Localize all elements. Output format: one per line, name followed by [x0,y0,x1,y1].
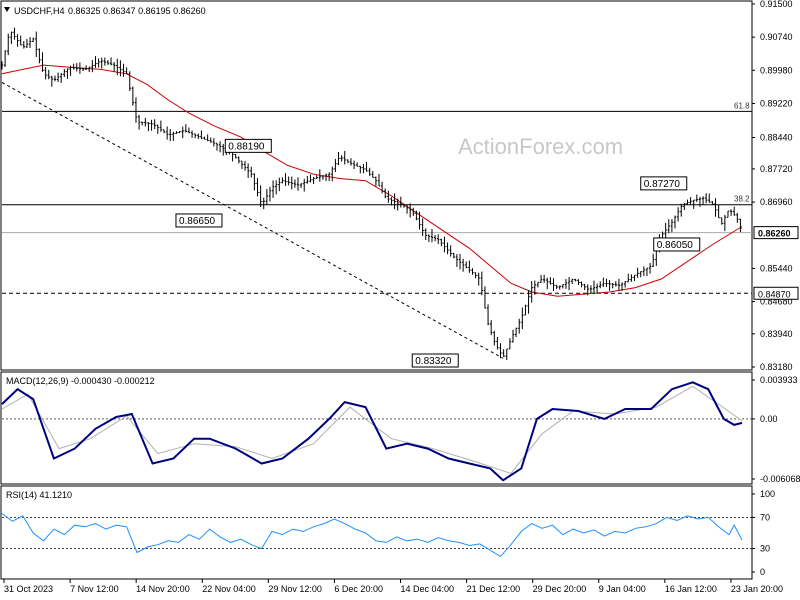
rsi-tick-label: 0 [760,567,765,577]
time-tick-label: 22 Nov 04:00 [202,584,256,594]
time-tick-label: 21 Dec 12:00 [467,584,521,594]
price-tick-label: 0.90740 [760,32,793,42]
time-tick-label: 16 Jan 12:00 [665,584,717,594]
rsi-tick-label: 30 [760,544,770,554]
time-tick-label: 14 Dec 04:00 [401,584,455,594]
header: USDCHF,H4 0.86325 0.86347 0.86195 0.8626… [4,6,206,16]
time-tick-label: 31 Oct 2023 [4,584,53,594]
price-tick-label: 0.89980 [760,65,793,75]
macd-tick-label: 0.00 [760,414,778,424]
rsi-pane-frame [0,485,753,580]
fibonacci-label: 38.2 [734,195,750,204]
rsi-title: RSI(14) 41.1210 [6,490,72,500]
price-label: 0.87270 [644,179,681,190]
rsi-tick-label: 70 [760,512,770,522]
macd-pane: 0.003933 0.00 -0.006068 MACD(12,26,9) -0.0… [0,371,800,485]
time-tick-label: 23 Jan 20:00 [731,584,783,594]
price-tick-label: 0.88440 [760,133,793,143]
price-tick-label: 0.83940 [760,329,793,339]
price-axis: 0.91500 0.90740 0.89980 0.89220 0.88440 0.877… [752,0,793,372]
rsi-tick-label: 100 [760,489,775,499]
current-price-label: 0.86260 [758,229,791,239]
time-tick-label: 29 Nov 12:00 [268,584,322,594]
price-pane: 0.91500 0.90740 0.89980 0.89220 0.88440 0.877… [0,0,799,372]
price-label: 0.86050 [657,240,694,251]
price-tick-label: 0.85440 [760,263,793,273]
time-axis: 31 Oct 2023 7 Nov 12:00 14 Nov 20:00 22 Nov… [3,579,783,594]
price-tick-label: 0.86960 [760,197,793,207]
support-price-label: 0.84870 [758,289,791,299]
price-tick-label: 0.87720 [760,164,793,174]
rsi-pane: 100 70 30 0 RSI(14) 41.1210 [0,485,775,580]
price-tick-label: 0.91500 [760,0,793,9]
time-tick-label: 6 Dec 20:00 [334,584,383,594]
macd-tick-label: 0.003933 [760,375,798,385]
ohlc-label: 0.86325 0.86347 0.86195 0.86260 [68,6,206,16]
usdchf-chart: 0.91500 0.90740 0.89980 0.89220 0.88440 0.877… [0,0,800,594]
time-tick-label: 29 Dec 20:00 [533,584,587,594]
time-tick-label: 9 Jan 04:00 [599,584,646,594]
time-tick-label: 14 Nov 20:00 [136,584,190,594]
price-tick-label: 0.89220 [760,98,793,108]
macd-tick-label: -0.006068 [760,474,800,484]
price-pane-frame [0,0,753,371]
macd-title: MACD(12,26,9) -0.000430 -0.000212 [6,376,155,386]
price-tick-label: 0.83180 [760,362,793,372]
price-label: 0.86650 [179,216,216,227]
price-label: 0.88190 [228,141,265,152]
symbol-label: USDCHF,H4 [14,6,65,16]
price-label: 0.83320 [415,356,452,367]
fibonacci-label: 61.8 [734,101,750,110]
watermark: ActionForex.com [458,134,623,159]
time-tick-label: 7 Nov 12:00 [70,584,119,594]
